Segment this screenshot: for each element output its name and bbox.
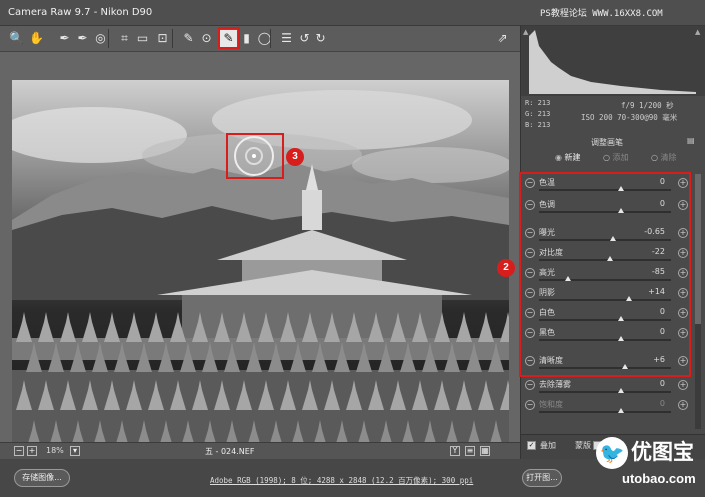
stupa-shape <box>82 312 98 342</box>
stupa-shape <box>148 312 164 342</box>
canvas-area[interactable]: 3 <box>0 52 520 462</box>
exif-info: f/9 1/200 秒 ISO 200 70-300@90 毫米 <box>581 100 677 124</box>
panel-scrollbar[interactable] <box>695 174 701 429</box>
toolbar-separator <box>172 29 173 48</box>
stupa-shape <box>16 312 32 342</box>
mode-add-radio[interactable]: ○ 添加 <box>603 152 629 163</box>
adjustment-value[interactable]: 0 <box>621 379 665 388</box>
white-balance-icon[interactable]: ✒ <box>56 30 73 47</box>
view-grid-button[interactable]: ▦ <box>480 446 490 456</box>
blue-readout: B: 213 <box>525 121 551 129</box>
toolbar-separator <box>108 29 109 48</box>
site-logo: 🐦 优图宝 utobao.com <box>596 431 701 493</box>
adjustment-label: 去除薄雾 <box>539 380 571 389</box>
increase-icon[interactable]: + <box>678 380 688 390</box>
logo-cn-text: 优图宝 <box>631 440 694 464</box>
decrease-icon[interactable]: − <box>525 380 535 390</box>
stupa-shape <box>500 312 509 342</box>
histogram-graph <box>529 30 696 94</box>
shadow-clipping-icon[interactable]: ▲ <box>523 28 528 36</box>
right-panel: ▲ ▲ R: 213 G: 213 B: 213 f/9 1/200 秒 ISO… <box>519 26 705 459</box>
iso-lens: ISO 200 70-300@90 毫米 <box>581 113 678 122</box>
toolbar-separator <box>270 29 271 48</box>
zoom-out-button[interactable]: − <box>14 446 24 456</box>
stupa-shape <box>478 312 494 342</box>
zoom-level[interactable]: 18% <box>46 446 64 455</box>
title-bar: Camera Raw 9.7 - Nikon D90 PS教程论坛 WWW.16… <box>0 0 705 26</box>
save-image-button[interactable]: 存储图像... <box>14 469 70 487</box>
watermark-text: PS教程论坛 WWW.16XX8.COM <box>540 9 663 19</box>
brush-tool-highlight <box>218 27 240 49</box>
adjustment-value[interactable]: 0 <box>621 399 665 408</box>
rotate-cw-icon[interactable]: ↻ <box>312 30 329 47</box>
file-name: 五 - 024.NEF <box>205 447 255 456</box>
zoom-icon[interactable]: 🔍 <box>8 30 25 47</box>
bird-logo-icon: 🐦 <box>596 437 628 469</box>
logo-en-text: utobao.com <box>622 471 696 486</box>
rgb-readout: R: 213 G: 213 B: 213 <box>525 98 550 131</box>
adjustment-row: − 去除薄雾 0 + <box>521 376 705 398</box>
decrease-icon[interactable]: − <box>525 400 535 410</box>
aperture-shutter: f/9 1/200 秒 <box>621 101 674 110</box>
window-title: Camera Raw 9.7 - Nikon D90 <box>8 7 153 18</box>
red-readout: R: 213 <box>525 99 551 107</box>
red-eye-icon[interactable]: ⊙ <box>198 30 215 47</box>
adjustment-slider-thumb[interactable] <box>617 408 624 413</box>
overlay-checkbox[interactable]: ✓ <box>527 441 536 450</box>
stupa-shape <box>60 312 76 342</box>
brush-cursor-highlight <box>226 133 284 179</box>
export-icon[interactable]: ⇗ <box>494 30 511 47</box>
adjustment-slider-track[interactable] <box>539 391 671 393</box>
adjustment-slider-thumb[interactable] <box>617 388 624 393</box>
before-after-y-button[interactable]: Y <box>450 446 460 456</box>
mask-label: 蒙版 <box>575 441 591 450</box>
rotate-ccw-icon[interactable]: ↺ <box>296 30 313 47</box>
adjustment-label: 饱和度 <box>539 400 563 409</box>
stupa-shape <box>126 312 142 342</box>
mode-new-radio[interactable]: ◉ 新建 <box>555 152 581 163</box>
stupa-shape <box>38 312 54 342</box>
mode-erase-radio[interactable]: ○ 清除 <box>651 152 677 163</box>
overlay-label: 叠加 <box>540 441 556 450</box>
highlight-clipping-icon[interactable]: ▲ <box>695 28 700 36</box>
open-image-button[interactable]: 打开图... <box>522 469 562 487</box>
increase-icon[interactable]: + <box>678 400 688 410</box>
sliders-highlight <box>519 172 691 377</box>
color-sampler-icon[interactable]: ✒ <box>74 30 91 47</box>
adjustment-row: − 饱和度 0 + <box>521 396 705 418</box>
before-after-toggle-button[interactable]: ≡ <box>465 446 475 456</box>
graduated-filter-icon[interactable]: ▮ <box>238 30 255 47</box>
green-readout: G: 213 <box>525 110 551 118</box>
transform-icon[interactable]: ⊡ <box>154 30 171 47</box>
scrollbar-thumb[interactable] <box>695 174 701 324</box>
targeted-adjustment-icon[interactable]: ◎ <box>92 30 109 47</box>
preferences-icon[interactable]: ☰ <box>278 30 295 47</box>
zoom-in-button[interactable]: + <box>27 446 37 456</box>
callout-3: 3 <box>286 148 304 166</box>
workflow-options-link[interactable]: Adobe RGB (1998); 8 位; 4288 x 2848 (12.2… <box>210 475 473 486</box>
status-bar: − + 18% ▾ 五 - 024.NEF Y ≡ ▦ <box>0 442 520 459</box>
toolbar: 🔍 ✋ ✒ ✒ ◎ ⌗ ▭ ⊡ ✎ ⊙ ✎ ▮ ◯ ☰ ↺ ↻ ⇗ <box>0 26 520 52</box>
zoom-dropdown-icon[interactable]: ▾ <box>70 446 80 456</box>
adjustment-slider-track[interactable] <box>539 411 671 413</box>
histogram: ▲ ▲ <box>521 26 705 96</box>
stupa-shape <box>456 312 472 342</box>
straighten-icon[interactable]: ▭ <box>134 30 151 47</box>
stupa-shape <box>104 312 120 342</box>
panel-menu-icon[interactable]: ▤ <box>687 136 695 145</box>
hand-icon[interactable]: ✋ <box>28 30 45 47</box>
callout-2: 2 <box>497 259 515 277</box>
spot-removal-icon[interactable]: ✎ <box>180 30 197 47</box>
panel-title: 调整画笔 <box>591 138 623 147</box>
crop-icon[interactable]: ⌗ <box>116 30 133 47</box>
